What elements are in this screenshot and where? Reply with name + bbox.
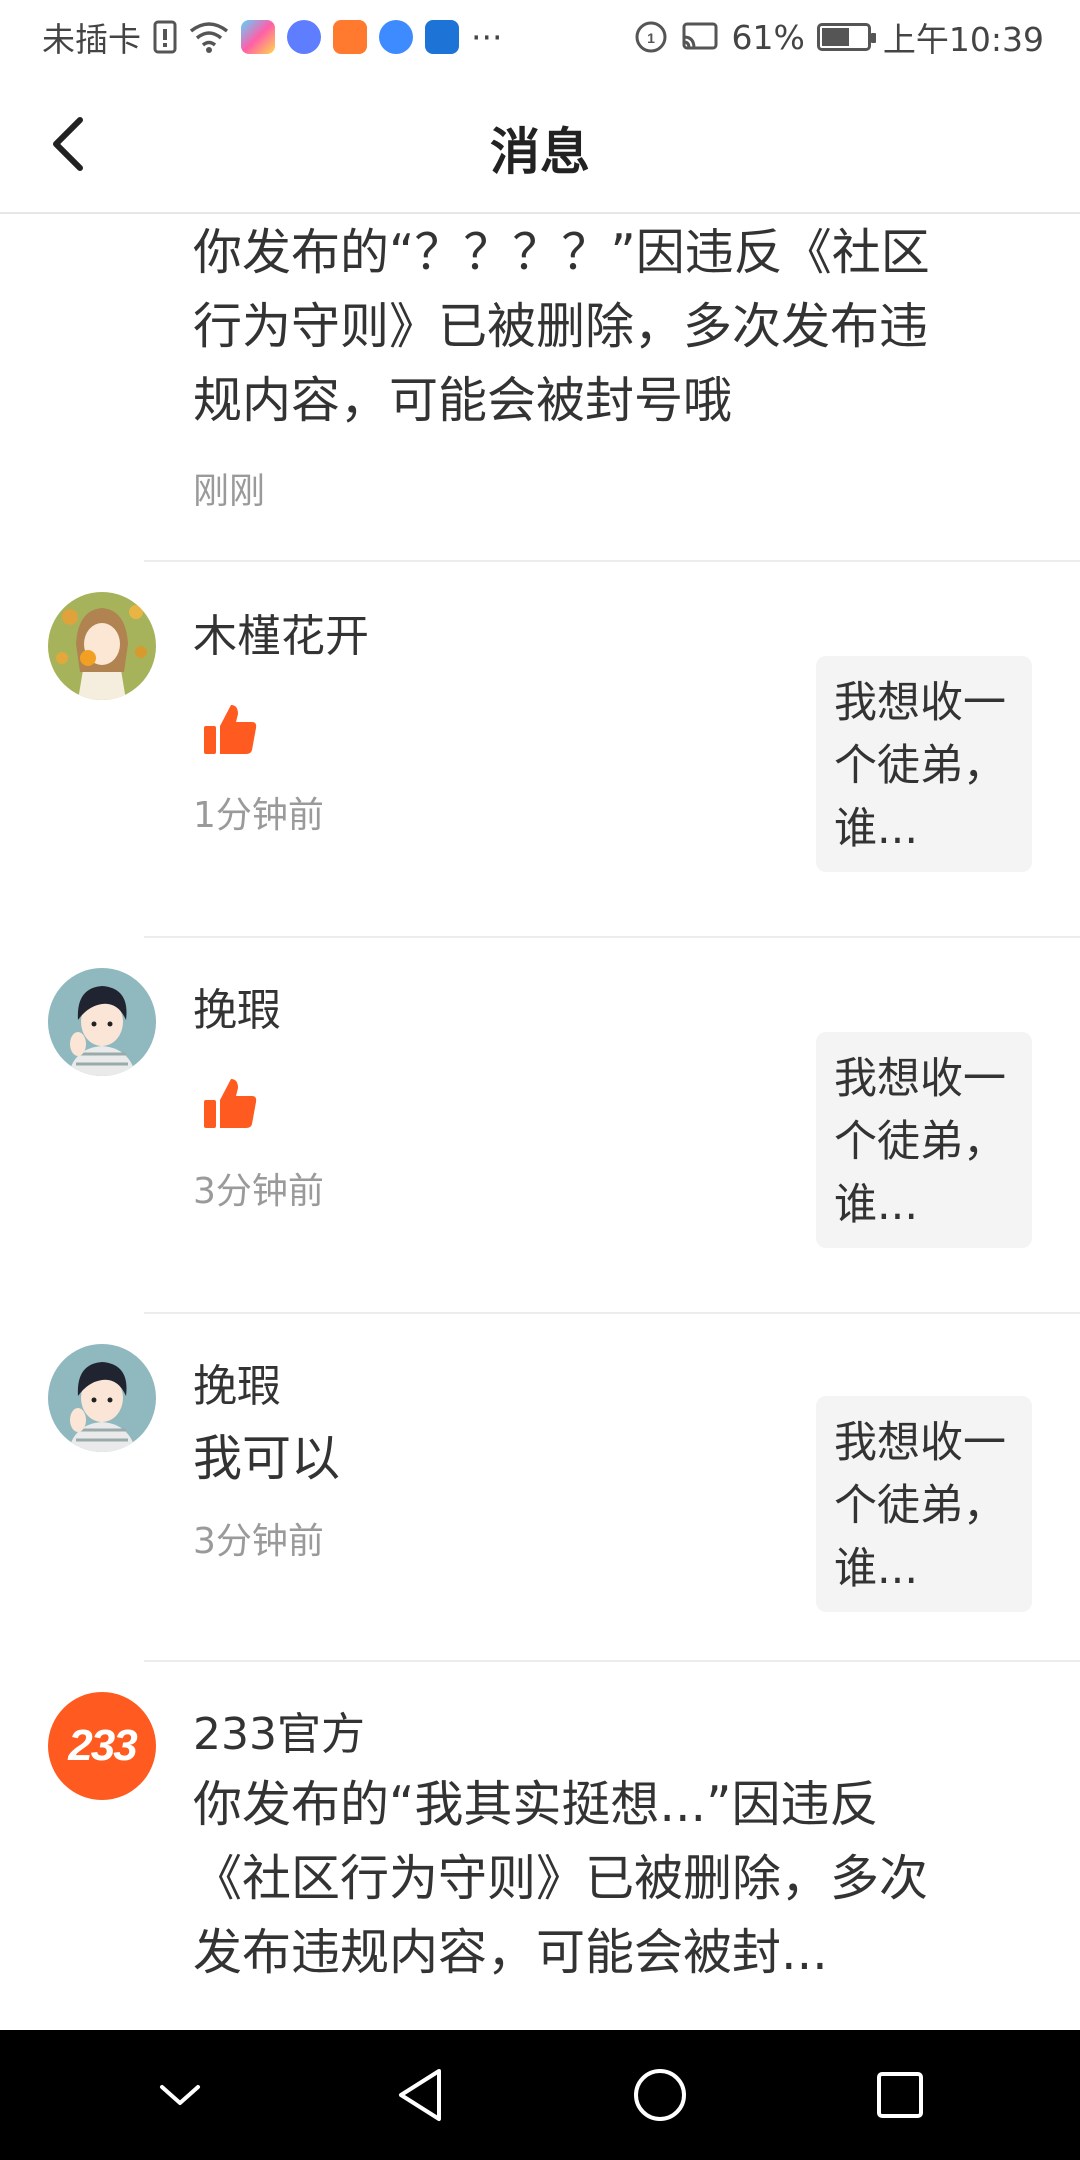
square-recents-icon [877, 2072, 923, 2118]
cast-icon [682, 22, 718, 50]
avatar[interactable] [48, 968, 156, 1076]
message-list[interactable]: 233 你发布的“？？？？”因违反《社区行为守则》已被删除，多次发布违规内容，可… [0, 216, 1080, 2030]
quoted-post[interactable]: 我想收一个徒弟，谁... [816, 1032, 1032, 1248]
message-time: 1分钟前 [193, 795, 324, 836]
music-icon [287, 20, 321, 54]
clock: 上午10:39 [882, 20, 1044, 59]
sim-icon [153, 20, 177, 54]
data-saver-icon: 1 [635, 21, 667, 53]
nav-back-button[interactable] [380, 2055, 460, 2135]
like-indicator [200, 1074, 260, 1134]
nav-home-button[interactable] [620, 2055, 700, 2135]
thumbs-up-icon [204, 1079, 257, 1128]
top-bar: 消息 [0, 74, 1080, 214]
chevron-down-icon [160, 2085, 200, 2105]
quoted-post[interactable]: 我想收一个徒弟，谁... [816, 656, 1032, 872]
status-right: 1 61% 上午10:39 [634, 13, 1044, 61]
user-name[interactable]: 木槿花开 [193, 600, 369, 664]
list-item[interactable]: 挽瑕 3分钟前 我想收一个徒弟，谁... [0, 938, 1080, 1314]
message-time: 刚刚 [193, 471, 266, 512]
nav-recents-button[interactable] [860, 2055, 940, 2135]
message-screen: 未插卡 ··· 1 61% 上午10:39 消息 233 你发布的“ [0, 0, 1080, 2160]
message-time: 3分钟前 [193, 1171, 324, 1212]
carrier-text: 未插卡 [42, 20, 141, 59]
avatar-image [48, 592, 156, 700]
avatar-image [48, 968, 156, 1076]
hide-nav-button[interactable] [140, 2055, 220, 2135]
page-title: 消息 [490, 123, 590, 181]
system-navigation-bar [0, 2030, 1080, 2160]
quoted-post[interactable]: 我想收一个徒弟，谁... [816, 1396, 1032, 1612]
list-item[interactable]: 233 你发布的“？？？？”因违反《社区行为守则》已被删除，多次发布违规内容，可… [0, 216, 1080, 512]
app-store-icon [241, 20, 275, 54]
avatar[interactable]: 233 [48, 1692, 156, 1800]
message-text: 你发布的“我其实挺想...”因违反《社区行为守则》已被删除，多次发布违规内容，可… [193, 1776, 929, 1981]
like-indicator [200, 700, 260, 760]
wifi-icon [189, 22, 229, 53]
svg-text:1: 1 [647, 30, 655, 46]
battery-percent: 61% [731, 17, 805, 57]
more-notifications-icon: ··· [471, 17, 503, 57]
list-item[interactable]: 233 233官方 你发布的“我其实挺想...”因违反《社区行为守则》已被删除，… [0, 1662, 1080, 2030]
battery-level [821, 28, 849, 46]
user-name[interactable]: 233官方 [193, 1698, 365, 1762]
message-text: 你发布的“？？？？”因违反《社区行为守则》已被删除，多次发布违规内容，可能会被封… [193, 224, 930, 429]
user-name[interactable]: 挽瑕 [193, 974, 281, 1038]
user-name[interactable]: 挽瑕 [193, 1350, 281, 1414]
list-item[interactable]: 挽瑕 我可以 3分钟前 我想收一个徒弟，谁... [0, 1314, 1080, 1662]
app-icon [425, 20, 459, 54]
avatar-label: 233 [68, 1721, 137, 1770]
status-left: 未插卡 ··· [42, 13, 502, 61]
list-item[interactable]: 木槿花开 1分钟前 我想收一个徒弟，谁... [0, 562, 1080, 938]
circle-home-icon [634, 2069, 686, 2121]
avatar-image [48, 1344, 156, 1452]
avatar[interactable] [48, 592, 156, 700]
browser-icon [379, 20, 413, 54]
thumbs-up-icon [204, 705, 257, 754]
status-bar: 未插卡 ··· 1 61% 上午10:39 [0, 0, 1080, 74]
video-icon [333, 20, 367, 54]
avatar[interactable] [48, 1344, 156, 1452]
triangle-back-icon [399, 2069, 441, 2121]
battery-icon [816, 23, 876, 51]
message-time: 3分钟前 [193, 1521, 324, 1562]
